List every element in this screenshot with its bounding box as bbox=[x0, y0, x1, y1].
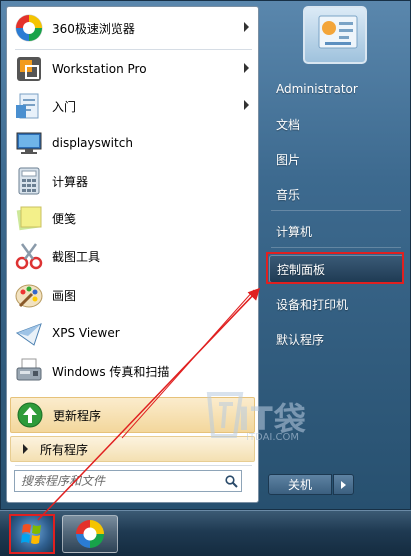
calculator-icon bbox=[14, 166, 44, 196]
program-label: Windows 传真和扫描 bbox=[52, 364, 170, 379]
all-programs-button[interactable]: 所有程序 bbox=[10, 436, 255, 462]
program-label: 计算器 bbox=[52, 174, 89, 189]
program-sticky-notes[interactable]: 便笺 bbox=[10, 200, 255, 236]
right-item-music[interactable]: 音乐 bbox=[269, 180, 404, 208]
program-fax-and-scan[interactable]: Windows 传真和扫描 bbox=[10, 353, 255, 389]
highlight-box bbox=[9, 514, 55, 554]
divider bbox=[15, 465, 252, 466]
sticky-note-icon bbox=[14, 203, 44, 233]
right-item-computer[interactable]: 计算机 bbox=[269, 217, 404, 245]
submenu-arrow-icon bbox=[244, 100, 249, 110]
right-item-label: 图片 bbox=[276, 152, 301, 167]
program-label: 360极速浏览器 bbox=[52, 21, 135, 36]
shutdown-button[interactable]: 关机 bbox=[268, 474, 332, 495]
search-input[interactable] bbox=[15, 472, 221, 490]
program-360-browser[interactable]: 360极速浏览器 bbox=[10, 10, 255, 46]
program-paint[interactable]: 画图 bbox=[10, 277, 255, 313]
program-label: Workstation Pro bbox=[52, 62, 147, 76]
divider bbox=[271, 210, 401, 211]
right-item-label: 计算机 bbox=[276, 224, 313, 239]
program-label: displayswitch bbox=[52, 136, 133, 150]
program-update[interactable]: 更新程序 bbox=[10, 397, 255, 433]
program-displayswitch[interactable]: displayswitch bbox=[10, 125, 255, 161]
programs-pane: 360极速浏览器 Workstation Pro 入门 displayswitc… bbox=[6, 6, 259, 503]
right-item-administrator[interactable]: Administrator bbox=[269, 75, 404, 103]
paint-palette-icon bbox=[14, 280, 44, 310]
all-programs-label: 所有程序 bbox=[40, 442, 89, 457]
shutdown-options-button[interactable] bbox=[333, 474, 354, 495]
submenu-arrow-icon bbox=[244, 63, 249, 73]
right-item-label: 默认程序 bbox=[276, 332, 325, 347]
xps-viewer-icon bbox=[14, 318, 44, 348]
divider bbox=[271, 247, 401, 248]
right-item-label: 音乐 bbox=[276, 187, 301, 202]
fax-scanner-icon bbox=[14, 356, 44, 386]
divider bbox=[15, 49, 252, 50]
right-item-label: 设备和打印机 bbox=[276, 297, 349, 312]
right-item-label: Administrator bbox=[276, 82, 358, 96]
right-item-documents[interactable]: 文档 bbox=[269, 110, 404, 138]
submenu-arrow-icon bbox=[244, 22, 249, 32]
program-calculator[interactable]: 计算器 bbox=[10, 163, 255, 199]
user-picture[interactable] bbox=[303, 6, 367, 64]
right-item-default-programs[interactable]: 默认程序 bbox=[269, 325, 404, 353]
arrow-right-icon bbox=[23, 444, 28, 454]
search-icon[interactable] bbox=[221, 472, 241, 490]
program-label: 便笺 bbox=[52, 211, 77, 226]
program-label: 更新程序 bbox=[53, 408, 102, 423]
right-item-pictures[interactable]: 图片 bbox=[269, 145, 404, 173]
highlight-box bbox=[266, 252, 404, 284]
green-up-arrow-icon bbox=[15, 400, 45, 430]
program-label: XPS Viewer bbox=[52, 326, 120, 340]
right-item-devices-printers[interactable]: 设备和打印机 bbox=[269, 290, 404, 318]
program-getting-started[interactable]: 入门 bbox=[10, 88, 255, 124]
program-snipping-tool[interactable]: 截图工具 bbox=[10, 238, 255, 274]
program-label: 入门 bbox=[52, 99, 77, 114]
360-browser-icon bbox=[14, 13, 44, 43]
vmware-icon bbox=[14, 54, 44, 84]
program-label: 截图工具 bbox=[52, 249, 101, 264]
scissors-icon bbox=[14, 241, 44, 271]
shutdown-label: 关机 bbox=[287, 478, 312, 492]
program-label: 画图 bbox=[52, 288, 77, 303]
getting-started-icon bbox=[14, 91, 44, 121]
taskbar-360-browser[interactable] bbox=[62, 515, 118, 553]
watermark-subtext: ITDAI.COM bbox=[246, 432, 300, 443]
monitor-icon bbox=[14, 128, 44, 158]
chevron-right-icon bbox=[341, 480, 346, 489]
right-item-label: 文档 bbox=[276, 117, 301, 132]
program-workstation-pro[interactable]: Workstation Pro bbox=[10, 51, 255, 87]
program-xps-viewer[interactable]: XPS Viewer bbox=[10, 315, 255, 351]
search-box[interactable] bbox=[14, 470, 242, 492]
360-browser-icon bbox=[76, 520, 104, 548]
